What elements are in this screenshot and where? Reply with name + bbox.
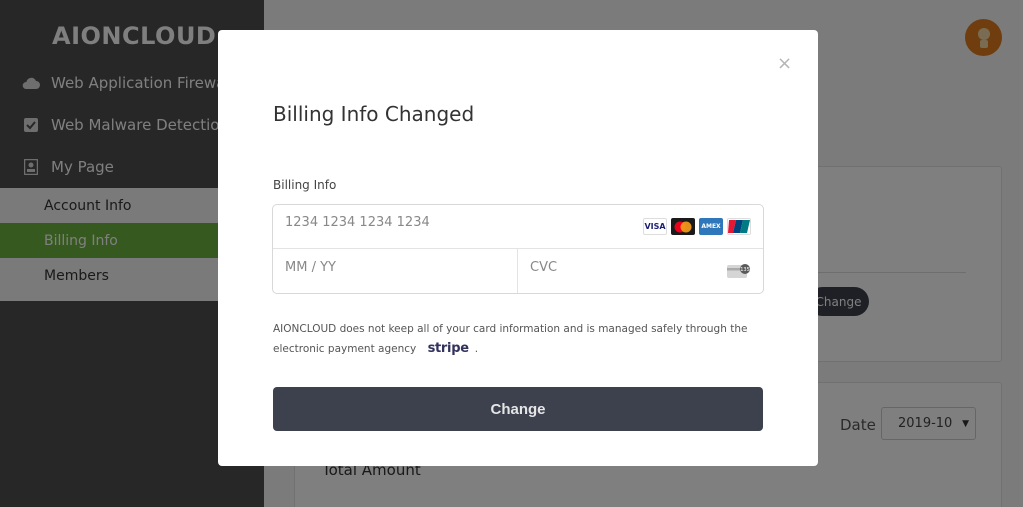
- card-number-row: 1234 1234 1234 1234 VISA AMEX: [273, 205, 763, 249]
- mastercard-icon: [671, 218, 695, 235]
- card-brands: VISA AMEX: [643, 218, 751, 235]
- cvc-input[interactable]: CVC: [530, 260, 557, 275]
- amex-icon: AMEX: [699, 218, 723, 235]
- close-icon[interactable]: ×: [777, 54, 792, 74]
- change-button[interactable]: Change: [273, 387, 763, 431]
- cvc-icon-digits: 135: [740, 267, 750, 273]
- security-notice: AIONCLOUD does not keep all of your card…: [273, 319, 753, 359]
- divider: [517, 249, 518, 293]
- modal-title: Billing Info Changed: [273, 102, 475, 126]
- billing-info-modal: × Billing Info Changed Billing Info 1234…: [218, 30, 818, 466]
- unionpay-icon: [727, 218, 751, 235]
- visa-icon: VISA: [643, 218, 667, 235]
- card-number-input[interactable]: 1234 1234 1234 1234: [285, 215, 430, 230]
- billing-info-label: Billing Info: [273, 178, 337, 192]
- notice-line2: electronic payment agency: [273, 343, 417, 355]
- cvc-card-icon: 135: [727, 263, 751, 283]
- notice-line1: AIONCLOUD does not keep all of your card…: [273, 323, 748, 335]
- expiry-input[interactable]: MM / YY: [285, 260, 336, 275]
- stripe-logo: stripe: [427, 341, 469, 356]
- card-input-group: 1234 1234 1234 1234 VISA AMEX MM / YY CV…: [272, 204, 764, 294]
- notice-suffix: .: [474, 343, 479, 355]
